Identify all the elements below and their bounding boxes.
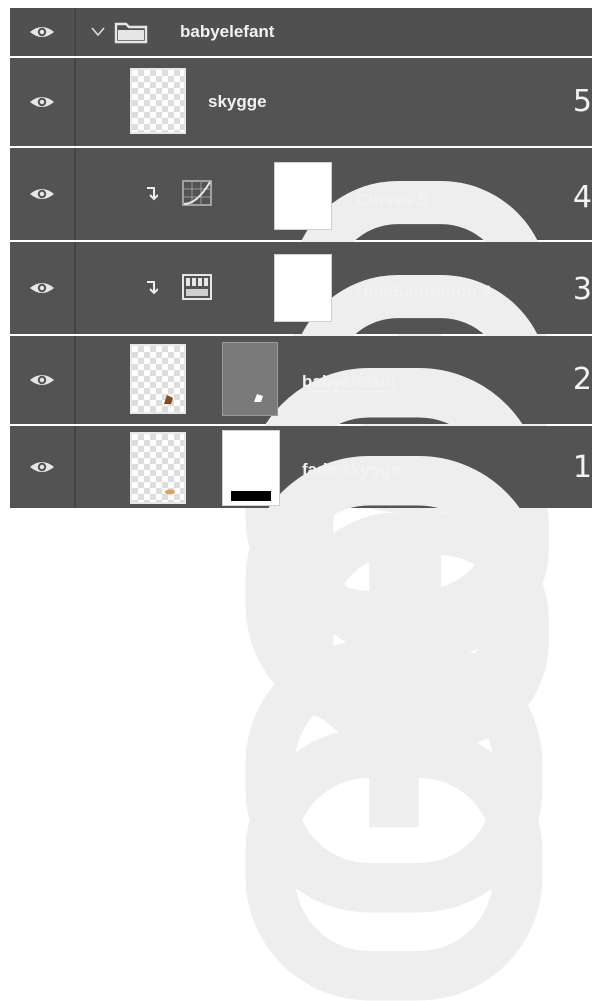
visibility-toggle[interactable] — [10, 426, 76, 508]
layer-group-row[interactable]: babyelefant — [10, 8, 592, 56]
visibility-toggle[interactable] — [10, 336, 76, 424]
hue-saturation-adjustment-icon[interactable] — [182, 274, 212, 300]
layer-mask-thumbnail[interactable] — [274, 254, 332, 322]
layer-number: 4 — [572, 180, 592, 215]
layer-row-hue-saturation[interactable]: Hue/Saturation 4 3 — [10, 242, 592, 750]
mask-shape-icon — [254, 394, 263, 402]
layer-number: 2 — [572, 362, 592, 397]
visibility-toggle[interactable] — [10, 8, 76, 56]
curves-adjustment-icon[interactable] — [182, 180, 212, 206]
layer-name: Curves 5 — [356, 190, 428, 209]
eye-icon — [30, 283, 54, 293]
layer-name: Hue/Saturation 4 — [356, 282, 492, 301]
visibility-toggle[interactable] — [10, 242, 76, 334]
layer-row-skygge[interactable]: skygge 5 — [10, 58, 592, 146]
link-icon[interactable] — [196, 456, 592, 1001]
layer-name: fade skygge — [302, 460, 401, 479]
eye-icon — [30, 375, 54, 385]
layer-mask-thumbnail[interactable] — [274, 162, 332, 230]
clipping-arrow-icon — [147, 187, 158, 201]
eye-icon — [30, 27, 54, 37]
layer-row-curves[interactable]: Curves 5 4 — [10, 148, 592, 656]
elephant-thumbnail-icon — [164, 395, 173, 404]
layer-number: 5 — [572, 84, 592, 119]
mask-black-bar — [231, 491, 271, 501]
chevron-down-icon[interactable] — [90, 26, 106, 38]
eye-icon — [30, 189, 54, 199]
group-name: babyelefant — [180, 22, 275, 41]
eye-icon — [30, 462, 54, 472]
layer-number: 3 — [572, 272, 592, 307]
layer-number: 1 — [572, 450, 592, 485]
folder-icon — [114, 22, 148, 44]
layer-mask-thumbnail[interactable] — [222, 430, 280, 506]
eye-icon — [30, 97, 54, 107]
clipping-arrow-icon — [147, 281, 158, 295]
shadow-thumbnail-icon — [165, 489, 175, 495]
layer-thumbnail[interactable] — [130, 432, 186, 504]
layer-name: babyelefant — [302, 372, 397, 391]
layer-name: skygge — [208, 92, 267, 111]
layer-row-babyelefant[interactable]: babyelefant 2 — [10, 336, 592, 913]
layers-panel: babyelefant skygge 5 Curves 5 4 Hue/Satu… — [0, 0, 592, 1001]
visibility-toggle[interactable] — [10, 148, 76, 240]
layer-thumbnail[interactable] — [130, 68, 186, 134]
layer-row-fade-skygge[interactable]: fade skygge 1 — [10, 426, 592, 1001]
visibility-toggle[interactable] — [10, 58, 76, 146]
layer-mask-thumbnail[interactable] — [222, 342, 278, 416]
layer-thumbnail[interactable] — [130, 344, 186, 414]
